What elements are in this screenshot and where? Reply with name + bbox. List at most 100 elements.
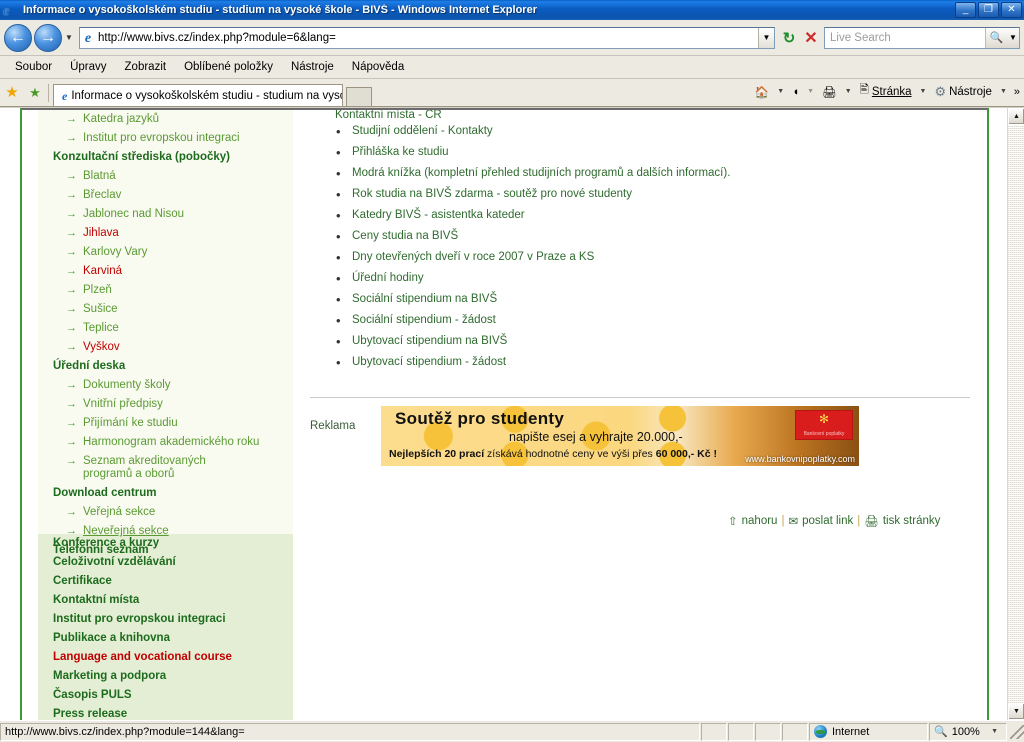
print-page-link[interactable]: 🖨 tisk stránky <box>864 514 940 528</box>
sidebar-section-item-7[interactable]: Marketing a podpora <box>38 667 293 686</box>
url-dropdown-icon[interactable]: ▼ <box>758 27 774 48</box>
page-menu-button[interactable]: 🖹 Stránka <box>857 80 915 103</box>
sidebar-heading[interactable]: Konzultační střediska (pobočky) <box>38 148 293 167</box>
tools-menu-button[interactable]: ⚙ Nástroje <box>931 82 994 102</box>
sidebar-item-6[interactable]: → Jihlava <box>38 224 293 243</box>
search-input[interactable]: Live Search <box>825 32 985 44</box>
content-link-10[interactable]: Ubytovací stipendium na BIVŠ <box>310 331 980 352</box>
content-link-9[interactable]: Sociální stipendium - žádost <box>310 310 980 331</box>
sidebar-item-14[interactable]: → Dokumenty školy <box>38 376 293 395</box>
scroll-up-button[interactable]: ▲ <box>1008 108 1024 125</box>
sidebar-heading[interactable]: Download centrum <box>38 484 293 503</box>
refresh-icon[interactable]: ↻ <box>778 29 800 47</box>
sidebar-item-5[interactable]: → Jablonec nad Nisou <box>38 205 293 224</box>
menu-napoveda[interactable]: Nápověda <box>343 59 413 75</box>
stop-icon[interactable]: ✕ <box>800 28 822 48</box>
print-button[interactable]: 🖨 <box>819 83 840 101</box>
feeds-button[interactable]: ◖ <box>789 84 802 100</box>
sidebar-section-item-2[interactable]: Certifikace <box>38 572 293 591</box>
sidebar-section-item-1[interactable]: Celoživotní vzdělávání <box>38 553 293 572</box>
sidebar-item-16[interactable]: → Přijímání ke studiu <box>38 414 293 433</box>
history-dropdown-icon[interactable]: ▼ <box>62 33 76 42</box>
resize-grip[interactable] <box>1010 724 1024 739</box>
sidebar-item-15[interactable]: → Vnitřní předpisy <box>38 395 293 414</box>
zoom-caret-icon[interactable]: ▼ <box>991 728 998 735</box>
sidebar-heading[interactable]: Úřední deska <box>38 357 293 376</box>
sidebar-item-10[interactable]: → Sušice <box>38 300 293 319</box>
home-button[interactable]: 🏠 <box>752 83 772 101</box>
restore-button[interactable]: ❐ <box>978 2 999 18</box>
tab-bar: ★ ★ e Informace o vysokoškolském studiu … <box>0 79 1024 107</box>
menu-soubor[interactable]: Soubor <box>6 59 61 75</box>
sidebar-section-item-0[interactable]: Konference a kurzy <box>38 534 293 553</box>
sidebar-item-4[interactable]: → Břeclav <box>38 186 293 205</box>
security-zone-label: Internet <box>832 725 870 738</box>
content-link-8[interactable]: Sociální stipendium na BIVŠ <box>310 289 980 310</box>
content-link-1[interactable]: Přihláška ke studiu <box>310 142 980 163</box>
favorites-center-icon[interactable]: ★ <box>0 83 24 101</box>
menu-nastroje[interactable]: Nástroje <box>282 59 343 75</box>
ad-logo-flower-icon: ✻ <box>818 412 830 426</box>
back-to-top-link[interactable]: ⇧ nahoru <box>728 514 777 528</box>
vertical-scrollbar[interactable]: ▲ ▼ <box>1007 108 1024 720</box>
address-bar[interactable]: e http://www.bivs.cz/index.php?module=6&… <box>79 26 775 49</box>
content-link-4[interactable]: Katedry BIVŠ - asistentka kateder <box>310 205 980 226</box>
sidebar-section-item-6[interactable]: Language and vocational course <box>38 648 293 667</box>
new-tab-button[interactable] <box>346 87 372 106</box>
sidebar-item-8[interactable]: → Karviná <box>38 262 293 281</box>
url-input[interactable]: http://www.bivs.cz/index.php?module=6&la… <box>96 32 758 44</box>
sidebar-item-20[interactable]: → Veřejná sekce <box>38 503 293 522</box>
sidebar-item-label: Jablonec nad Nisou <box>83 208 185 220</box>
toolbar-overflow-icon[interactable]: » <box>1014 86 1020 98</box>
search-box[interactable]: Live Search 🔍 ▼ <box>824 26 1020 49</box>
scroll-down-button[interactable]: ▼ <box>1008 703 1024 720</box>
sidebar-item-7[interactable]: → Karlovy Vary <box>38 243 293 262</box>
security-zone-indicator[interactable]: Internet <box>809 722 928 741</box>
sidebar-item-1[interactable]: → Institut pro evropskou integraci <box>38 129 293 148</box>
menu-upravy[interactable]: Úpravy <box>61 59 115 75</box>
forward-button[interactable]: → <box>34 23 62 52</box>
content-link-0[interactable]: Studijní oddělení - Kontakty <box>310 121 980 142</box>
arrow-right-icon: → <box>66 303 77 315</box>
content-link-11[interactable]: Ubytovací stipendium - žádost <box>310 352 980 373</box>
content-link-3[interactable]: Rok studia na BIVŠ zdarma - soutěž pro n… <box>310 184 980 205</box>
sidebar-item-0[interactable]: → Katedra jazyků <box>38 110 293 129</box>
printer-icon: 🖨 <box>864 516 879 528</box>
sidebar-section-item-3[interactable]: Kontaktní místa <box>38 591 293 610</box>
zoom-control[interactable]: 🔍 100% ▼ <box>929 722 1007 741</box>
tools-menu-caret-icon[interactable]: ▼ <box>1000 88 1007 95</box>
content-link-6[interactable]: Dny otevřených dveří v roce 2007 v Praze… <box>310 247 980 268</box>
menu-oblibene-polozky[interactable]: Oblíbené položky <box>175 59 282 75</box>
back-button[interactable]: ← <box>4 23 32 52</box>
content-link-2[interactable]: Modrá knížka (kompletní přehled studijní… <box>310 163 980 184</box>
menu-bar: Soubor Úpravy Zobrazit Oblíbené položky … <box>0 56 1024 79</box>
sidebar-item-label: Veřejná sekce <box>83 506 156 518</box>
sidebar-item-18[interactable]: → Seznam akreditovaných programů a oborů <box>38 452 253 484</box>
search-icon[interactable]: 🔍 <box>985 27 1007 48</box>
send-link-link[interactable]: ✉ poslat link <box>788 514 853 528</box>
content-link-5[interactable]: Ceny studia na BIVŠ <box>310 226 980 247</box>
close-button[interactable]: ✕ <box>1001 2 1022 18</box>
browser-tab-active[interactable]: e Informace o vysokoškolském studiu - st… <box>53 84 343 106</box>
sidebar-section-item-8[interactable]: Časopis PULS <box>38 686 293 705</box>
sidebar-item-12[interactable]: → Vyškov <box>38 338 293 357</box>
feeds-caret-icon[interactable]: ▼ <box>807 88 814 95</box>
sidebar-item-11[interactable]: → Teplice <box>38 319 293 338</box>
sidebar-item-17[interactable]: → Harmonogram akademického roku <box>38 433 293 452</box>
sidebar-section-item-9[interactable]: Press release <box>38 705 293 720</box>
sidebar-section-item-5[interactable]: Publikace a knihovna <box>38 629 293 648</box>
print-caret-icon[interactable]: ▼ <box>845 88 852 95</box>
sidebar-item-9[interactable]: → Plzeň <box>38 281 293 300</box>
menu-zobrazit[interactable]: Zobrazit <box>116 59 176 75</box>
home-caret-icon[interactable]: ▼ <box>777 88 784 95</box>
search-provider-caret-icon[interactable]: ▼ <box>1007 27 1019 48</box>
clipped-top-line[interactable]: Kontaktní místa - ČR <box>335 110 442 119</box>
content-link-7[interactable]: Úřední hodiny <box>310 268 980 289</box>
sidebar-item-label: Teplice <box>83 322 119 334</box>
page-menu-caret-icon[interactable]: ▼ <box>920 88 927 95</box>
minimize-button[interactable]: _ <box>955 2 976 18</box>
add-to-favorites-icon[interactable]: ★ <box>24 85 46 101</box>
sidebar-section-item-4[interactable]: Institut pro evropskou integraci <box>38 610 293 629</box>
sidebar-item-3[interactable]: → Blatná <box>38 167 293 186</box>
advertisement-banner[interactable]: Soutěž pro studenty napište esej a vyhra… <box>381 406 859 466</box>
